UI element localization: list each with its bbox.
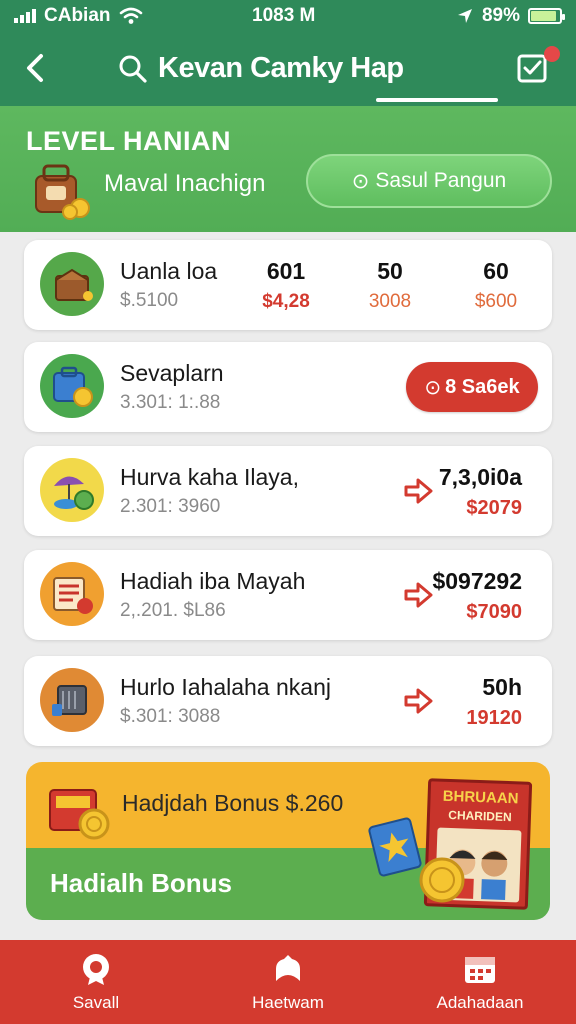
bonus-title: Hadialh Bonus <box>50 868 233 898</box>
share-arrow-icon[interactable] <box>402 684 436 718</box>
tab-indicator <box>376 98 498 102</box>
card-subtitle: 3.301: 1:.88 <box>120 392 221 413</box>
briefcase-icon <box>40 354 104 418</box>
card-values: $097292 $7090 <box>432 568 522 624</box>
coin-icon <box>419 857 465 903</box>
gift-box-icon <box>49 789 110 840</box>
share-arrow-icon[interactable] <box>402 578 436 612</box>
claim-icon: ⊙ <box>424 376 442 399</box>
appliance-icon <box>40 668 104 732</box>
claim-label: 8 Sa6ek <box>445 375 520 398</box>
stat-value: 50 <box>377 258 403 284</box>
reward-card-5[interactable]: Hurlo Iahalaha nkanj $.301: 3088 50h 191… <box>24 656 552 746</box>
reward-card-4[interactable]: Hadiah iba Mayah 2,.201. $L86 $097292 $7… <box>24 550 552 640</box>
task-list-button[interactable] <box>516 46 560 90</box>
stat-price: $600 <box>474 291 518 312</box>
card-title: Sevaplarn <box>120 360 224 386</box>
hand-icon <box>276 955 300 981</box>
search-icon[interactable] <box>118 54 148 84</box>
app-header: Kevan Camky Hap <box>0 32 576 106</box>
card-values: 7,3,0i0a $2079 <box>439 464 522 520</box>
menu-board-icon <box>40 562 104 626</box>
nav-label: Savall <box>72 993 120 1012</box>
stat-2: 50 3008 <box>350 258 430 313</box>
level-subtitle: Maval Inachign <box>104 170 266 197</box>
nav-item-haetwam[interactable]: Haetwam <box>192 940 384 1024</box>
bonus-amount: Hadjdah Bonus $.260 <box>122 790 344 816</box>
battery-percent: 89% <box>481 5 520 26</box>
battery-icon <box>528 8 565 24</box>
bonus-banner[interactable]: Hadjdah Bonus $.260 Hadialh Bonus BHRUAA… <box>26 762 550 920</box>
value-bottom: $7090 <box>466 601 522 623</box>
nav-item-adahadaan[interactable]: Adahadaan <box>384 940 576 1024</box>
level-action-label: Sasul Pangun <box>375 169 507 192</box>
signal-icon <box>14 9 36 23</box>
status-left: CAbian <box>14 5 143 27</box>
back-button[interactable] <box>20 50 50 86</box>
stat-value: 60 <box>483 258 509 284</box>
notification-badge <box>544 46 560 62</box>
location-arrow-icon <box>457 9 472 23</box>
value-bottom: 19120 <box>466 707 522 729</box>
page-title: Kevan Camky Hap <box>158 52 404 84</box>
value-top: 50h <box>482 674 522 700</box>
wifi-icon <box>119 7 142 24</box>
claim-button[interactable]: ⊙ 8 Sa6ek <box>406 362 538 412</box>
card-title: Uanla loa <box>120 258 218 284</box>
treasure-bag-icon <box>35 164 90 220</box>
bottom-nav: Savall Haetwam Adahadaan <box>0 940 576 1024</box>
card-title: Hurlo Iahalaha nkanj <box>120 674 331 700</box>
level-title: LEVEL HANIAN <box>26 126 232 156</box>
stat-price: $4,28 <box>262 291 310 312</box>
book-title: BHRUAAN <box>442 787 519 808</box>
carrier-label: CAbian <box>44 5 111 26</box>
card-title: Hurva kaha Ilaya, <box>120 464 299 490</box>
level-banner: LEVEL HANIAN Maval Inachign ⊙ Sasul Pang… <box>0 106 576 232</box>
card-title: Hadiah iba Mayah <box>120 568 306 594</box>
value-top: $097292 <box>432 568 522 594</box>
value-bottom: $2079 <box>466 497 522 519</box>
value-top: 7,3,0i0a <box>438 464 522 490</box>
card-subtitle: $.5100 <box>120 290 179 311</box>
card-subtitle: 2,.201. $L86 <box>120 600 226 621</box>
card-subtitle: 2.301: 3960 <box>120 496 221 517</box>
stat-price: 3008 <box>368 291 412 312</box>
chest-icon <box>40 252 104 316</box>
umbrella-icon <box>40 458 104 522</box>
nav-label: Haetwam <box>252 993 324 1012</box>
nav-item-savall[interactable]: Savall <box>0 940 192 1024</box>
nav-label: Adahadaan <box>436 993 524 1012</box>
card-values: 50h 19120 <box>466 674 522 730</box>
stat-value: 601 <box>266 258 306 284</box>
reward-card-3[interactable]: Hurva kaha Ilaya, 2.301: 3960 7,3,0i0a $… <box>24 446 552 536</box>
ribbon-icon <box>83 954 109 985</box>
level-action-icon: ⊙ <box>351 169 370 193</box>
chevron-left-icon <box>27 54 43 82</box>
level-action-button[interactable]: ⊙ Sasul Pangun <box>306 154 552 208</box>
clock: 1083 M <box>252 5 316 26</box>
reward-card-2[interactable]: Sevaplarn 3.301: 1:.88 ⊙ 8 Sa6ek <box>24 342 552 432</box>
status-bar: CAbian 1083 M 89% <box>0 0 576 32</box>
stat-3: 60 $600 <box>456 258 536 313</box>
calendar-icon <box>465 957 495 983</box>
stat-1: 601 $4,28 <box>246 258 326 313</box>
battery-level <box>531 11 556 21</box>
share-arrow-icon[interactable] <box>402 474 436 508</box>
status-right: 89% <box>456 5 565 27</box>
reward-card-1[interactable]: Uanla loa $.5100 601 $4,28 50 3008 60 $6… <box>24 240 552 330</box>
book-subtitle: CHARIDEN <box>448 807 512 825</box>
card-subtitle: $.301: 3088 <box>120 706 221 727</box>
